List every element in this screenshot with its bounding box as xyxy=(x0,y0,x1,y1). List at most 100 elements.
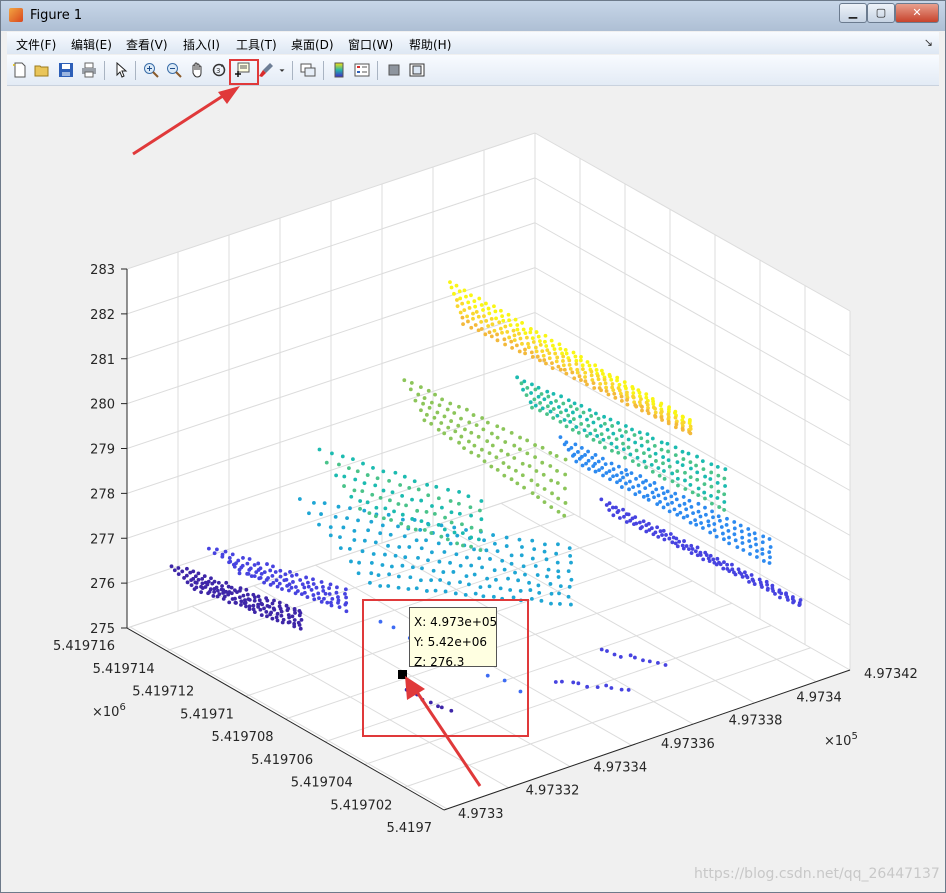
scatter-point xyxy=(437,403,442,408)
pointer-icon[interactable] xyxy=(112,61,130,79)
scatter-point xyxy=(416,487,421,492)
scatter-point xyxy=(558,367,563,372)
scatter-point xyxy=(273,570,278,574)
scatter-point xyxy=(665,489,670,494)
menu-view[interactable]: 查看(V) xyxy=(126,36,168,53)
scatter-point xyxy=(648,454,652,459)
rotate-3d-icon[interactable]: 3 xyxy=(210,61,228,79)
scatter-point xyxy=(525,438,530,443)
scatter-point xyxy=(412,479,417,484)
scatter-point xyxy=(569,560,573,565)
scatter-point xyxy=(664,533,668,537)
scatter-point xyxy=(343,591,347,596)
scatter-point xyxy=(619,485,624,489)
scatter-point xyxy=(632,522,636,527)
scatter-point xyxy=(378,584,383,588)
scatter-point xyxy=(518,336,523,341)
menu-desktop[interactable]: 桌面(D) xyxy=(291,36,334,53)
open-file-icon[interactable] xyxy=(33,61,51,79)
scatter-point xyxy=(324,460,329,465)
minimize-button[interactable]: ▁ xyxy=(839,3,867,23)
zoom-out-icon[interactable] xyxy=(165,61,183,79)
scatter-point xyxy=(570,427,575,432)
colorbar-icon[interactable] xyxy=(330,61,348,79)
dock-arrow-icon[interactable]: ↘ xyxy=(924,36,933,49)
axes-3d[interactable]: 275 276 277 278 279 280 281 282 283 5.419716 5.419… xyxy=(7,86,939,884)
scatter-point xyxy=(494,316,498,321)
scatter-point xyxy=(707,559,712,564)
menu-help[interactable]: 帮助(H) xyxy=(409,36,451,53)
close-button[interactable]: ✕ xyxy=(895,3,939,23)
scatter-point xyxy=(548,464,553,468)
save-icon[interactable] xyxy=(57,61,75,79)
scatter-point xyxy=(446,425,451,430)
scatter-point xyxy=(419,546,424,551)
scatter-point xyxy=(563,501,568,505)
scatter-point xyxy=(370,492,375,497)
scatter-point xyxy=(616,450,621,455)
scatter-point xyxy=(670,540,675,545)
figure-canvas[interactable]: 275 276 277 278 279 280 281 282 283 5.419716 5.419… xyxy=(7,86,939,884)
y-exponent-label: ×106 xyxy=(92,702,126,720)
scatter-point xyxy=(752,531,757,536)
scatter-point xyxy=(513,570,517,575)
title-bar[interactable]: Figure 1 ▁ ▢ ✕ xyxy=(1,1,945,31)
scatter-point xyxy=(699,521,703,525)
menu-edit[interactable]: 编辑(E) xyxy=(71,36,112,53)
scatter-point xyxy=(611,431,616,436)
new-figure-icon[interactable] xyxy=(11,61,29,79)
scatter-point xyxy=(683,478,687,483)
scatter-point xyxy=(457,404,461,409)
scatter-point xyxy=(469,544,473,549)
datatip-box[interactable]: X: 4.973e+05 Y: 5.42e+06 Z: 276.3 xyxy=(409,607,497,669)
scatter-point xyxy=(389,518,393,522)
menu-insert[interactable]: 插入(I) xyxy=(183,36,220,53)
scatter-point xyxy=(732,526,737,531)
scatter-point xyxy=(589,369,594,374)
scatter-point xyxy=(172,568,177,573)
scatter-point xyxy=(555,560,560,565)
brush-dropdown-icon[interactable] xyxy=(277,61,287,79)
scatter-point xyxy=(710,509,714,514)
scatter-point xyxy=(637,520,642,525)
scatter-point xyxy=(647,659,652,664)
maximize-button[interactable]: ▢ xyxy=(867,3,895,23)
scatter-point xyxy=(509,561,514,566)
pan-icon[interactable] xyxy=(188,61,206,79)
scatter-point xyxy=(180,569,185,574)
scatter-point xyxy=(503,324,508,329)
zoom-in-icon[interactable] xyxy=(142,61,160,79)
z-tick-label: 275 xyxy=(90,622,115,637)
scatter-point xyxy=(753,536,758,541)
scatter-point xyxy=(462,446,466,450)
scatter-point xyxy=(528,327,533,331)
hide-plot-tools-icon[interactable] xyxy=(385,61,403,79)
scatter-point xyxy=(474,310,479,314)
scatter-point xyxy=(353,477,358,482)
scatter-point xyxy=(583,379,588,384)
menu-window[interactable]: 窗口(W) xyxy=(348,36,393,53)
link-plot-icon[interactable] xyxy=(299,61,317,79)
scatter-point xyxy=(558,602,562,606)
print-icon[interactable] xyxy=(80,61,98,79)
scatter-point xyxy=(342,484,346,488)
scatter-point xyxy=(468,505,473,510)
show-plot-tools-icon[interactable] xyxy=(408,61,426,79)
menu-file[interactable]: 文件(F) xyxy=(16,36,56,53)
scatter-point xyxy=(520,461,525,466)
scatter-point xyxy=(546,567,551,572)
scatter-point xyxy=(712,528,717,533)
scatter-point xyxy=(615,480,619,485)
scatter-point xyxy=(752,582,757,586)
scatter-point xyxy=(542,500,547,505)
scatter-point xyxy=(703,496,707,501)
scatter-point xyxy=(463,427,467,432)
scatter-point xyxy=(622,380,627,385)
brush-icon[interactable] xyxy=(257,61,275,79)
legend-icon[interactable] xyxy=(353,61,371,79)
scatter-point xyxy=(715,556,720,561)
scatter-point xyxy=(558,346,563,351)
scatter-point xyxy=(492,328,497,333)
menu-tools[interactable]: 工具(T) xyxy=(236,36,277,53)
scatter-point xyxy=(481,308,485,312)
